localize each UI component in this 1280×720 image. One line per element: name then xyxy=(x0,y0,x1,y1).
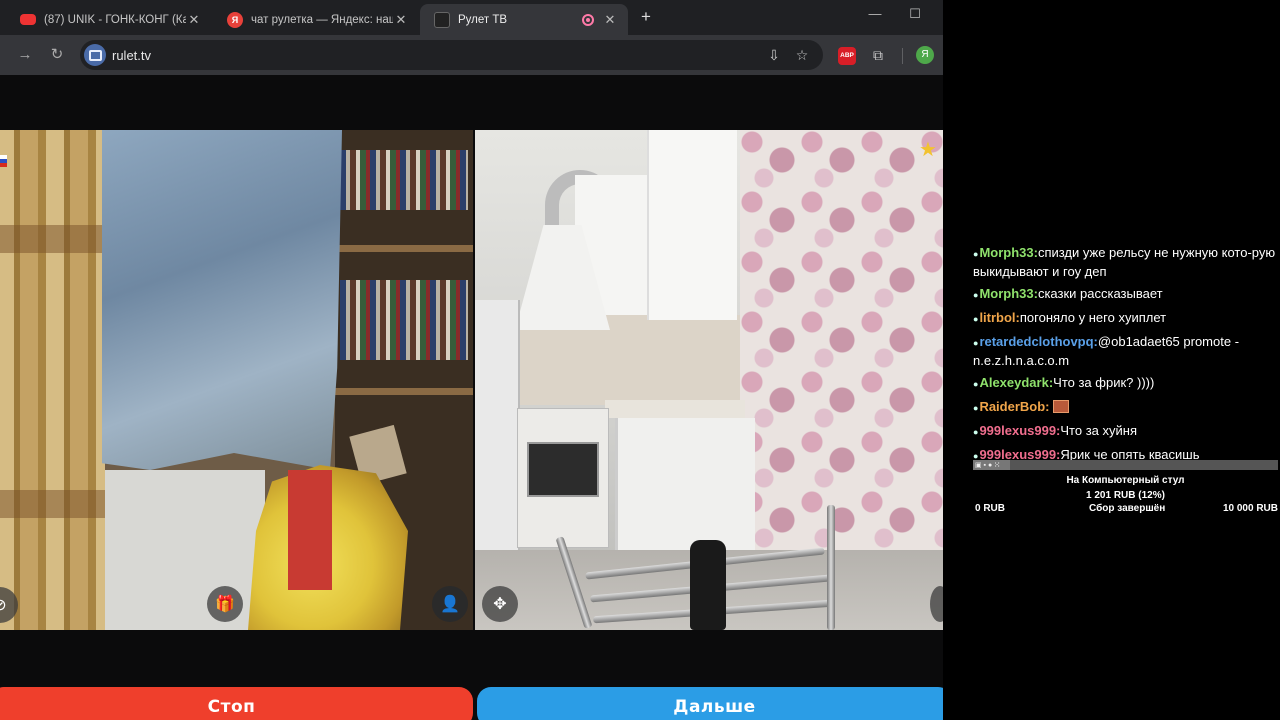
tab-rulet[interactable]: Рулет ТВ ✕ xyxy=(420,4,628,35)
chat-username: 999lexus999: xyxy=(979,423,1061,438)
tab-youtube[interactable]: (87) UNIK - ГОНК-КОНГ (Казан ✕ xyxy=(6,4,212,35)
rulet-icon xyxy=(434,11,450,28)
chat-username: RaiderBob: xyxy=(979,399,1050,414)
profile-avatar[interactable]: Я xyxy=(916,46,934,64)
video-books xyxy=(340,280,468,360)
chat-message: ●999lexus999:Что за хуйня xyxy=(973,422,1278,441)
bookmark-star-icon[interactable]: ☆ xyxy=(791,44,813,66)
chat-message: ●RaiderBob: xyxy=(973,398,1278,417)
video-lower-cabinet xyxy=(615,418,755,568)
bullet-icon: ● xyxy=(973,338,979,348)
bullet-icon: ● xyxy=(973,427,979,437)
bullet-icon: ● xyxy=(973,290,979,300)
profile-button[interactable]: 👤 xyxy=(432,586,468,622)
gift-icon[interactable]: 🎁 xyxy=(207,586,243,622)
emote-icon xyxy=(1053,400,1070,413)
chat-username: litrbol: xyxy=(979,310,1020,325)
chat-message: ●Morph33:спизди уже рельсу не нужную кот… xyxy=(973,244,1278,280)
reload-icon[interactable]: ↻ xyxy=(46,44,68,66)
video-shelf xyxy=(335,388,473,395)
video-curtain-band xyxy=(0,490,105,518)
video-books xyxy=(340,150,468,210)
video-shelf xyxy=(335,245,473,252)
donation-min: 0 RUB xyxy=(975,503,1006,514)
donation-amount: 1 201 RUB (12%) xyxy=(1086,490,1165,501)
tab-yandex[interactable]: Я чат рулетка — Яндекс: нашлос ✕ xyxy=(213,4,419,35)
chat-username: retardedclothovpq: xyxy=(979,334,1098,349)
video-corner-shelf xyxy=(647,130,737,320)
chat-username: Alexeydark: xyxy=(979,375,1054,390)
extensions-icon[interactable]: ⧉ xyxy=(867,44,889,66)
recording-icon xyxy=(582,13,594,26)
bullet-icon: ● xyxy=(973,403,979,413)
bullet-icon: ● xyxy=(973,314,979,324)
chat-message: ●Alexeydark:Что за фрик? )))) xyxy=(973,374,1278,393)
yandex-icon: Я xyxy=(227,11,243,28)
adblock-icon[interactable]: ABP xyxy=(838,47,856,65)
tab-title: Рулет ТВ xyxy=(458,13,508,26)
browser-toolbar: → ↻ rulet.tv ⇩ ☆ ⧉ xyxy=(0,35,943,75)
url-text: rulet.tv xyxy=(112,48,152,63)
video-chair-knob xyxy=(690,540,726,630)
install-app-icon[interactable]: ⇩ xyxy=(763,44,785,66)
next-button[interactable]: Дальше xyxy=(477,687,943,720)
stream-overlay: ●Morph33:спизди уже рельсу не нужную кот… xyxy=(943,0,1280,720)
tab-title: (87) UNIK - ГОНК-КОНГ (Казан xyxy=(44,13,186,26)
video-blue-sheet xyxy=(102,130,342,470)
favorite-star-icon[interactable]: ★ xyxy=(919,137,937,162)
chat-feed: ●Morph33:спизди уже рельсу не нужную кот… xyxy=(973,244,1278,470)
donation-progress-bar: ▣ ▪ ● ⁙ xyxy=(973,460,1278,470)
page-viewport: ⊘ 🎁 👤 ✥ xyxy=(0,75,943,720)
remote-video xyxy=(475,130,943,630)
chat-text: Что за хуйня xyxy=(1060,423,1137,438)
chat-text: погоняло у него хуиплет xyxy=(1019,310,1167,325)
gamepad-icon[interactable]: ✥ xyxy=(482,586,518,622)
donation-status: Сбор завершён xyxy=(1089,503,1166,514)
video-red-bag xyxy=(288,470,332,590)
bullet-icon: ● xyxy=(973,249,979,259)
close-icon[interactable]: ✕ xyxy=(393,12,409,28)
chat-username: Morph33: xyxy=(979,245,1038,260)
donation-goal: ▣ ▪ ● ⁙ На Компьютерный стул 1 201 RUB (… xyxy=(973,460,1278,517)
donation-range: 0 RUB Сбор завершён 10 000 RUB xyxy=(973,503,1278,517)
donation-max: 10 000 RUB xyxy=(1222,503,1278,514)
video-curtain xyxy=(0,130,105,630)
bullet-icon: ● xyxy=(973,379,979,389)
video-counter xyxy=(605,400,745,418)
chat-message: ●litrbol:погоняло у него хуиплет xyxy=(973,309,1278,328)
video-oven-window xyxy=(527,442,599,497)
donation-title: На Компьютерный стул xyxy=(1066,475,1185,486)
tab-strip: (87) UNIK - ГОНК-КОНГ (Казан ✕ Я чат рул… xyxy=(0,0,943,35)
minimize-button[interactable]: — xyxy=(855,6,895,21)
tab-title: чат рулетка — Яндекс: нашлос xyxy=(251,13,393,26)
video-chair-leg xyxy=(827,505,835,630)
browser-window: (87) UNIK - ГОНК-КОНГ (Казан ✕ Я чат рул… xyxy=(0,0,943,720)
chat-text: сказки рассказывает xyxy=(1037,286,1163,301)
chat-username: Morph33: xyxy=(979,286,1038,301)
side-button[interactable] xyxy=(930,586,943,622)
country-flag-icon xyxy=(0,155,7,167)
toolbar-divider xyxy=(902,48,903,64)
chat-text: Что за фрик? )))) xyxy=(1053,375,1155,390)
close-icon[interactable]: ✕ xyxy=(602,12,618,28)
video-curtain-band xyxy=(0,225,105,253)
stop-button[interactable]: Стоп xyxy=(0,687,473,720)
maximize-button[interactable]: ☐ xyxy=(895,6,935,22)
donation-bar-icons: ▣ ▪ ● ⁙ xyxy=(975,462,1001,469)
new-tab-button[interactable]: + xyxy=(636,7,656,27)
youtube-icon xyxy=(20,14,36,25)
chat-message: ●Morph33:сказки рассказывает xyxy=(973,285,1278,304)
forward-icon[interactable]: → xyxy=(14,44,36,66)
close-icon[interactable]: ✕ xyxy=(186,12,202,28)
address-bar[interactable]: rulet.tv xyxy=(80,40,823,70)
chat-message: ●retardedclothovpq:@ob1adaet65 promote -… xyxy=(973,333,1278,369)
site-info-icon[interactable] xyxy=(84,44,106,66)
local-video xyxy=(0,130,473,630)
